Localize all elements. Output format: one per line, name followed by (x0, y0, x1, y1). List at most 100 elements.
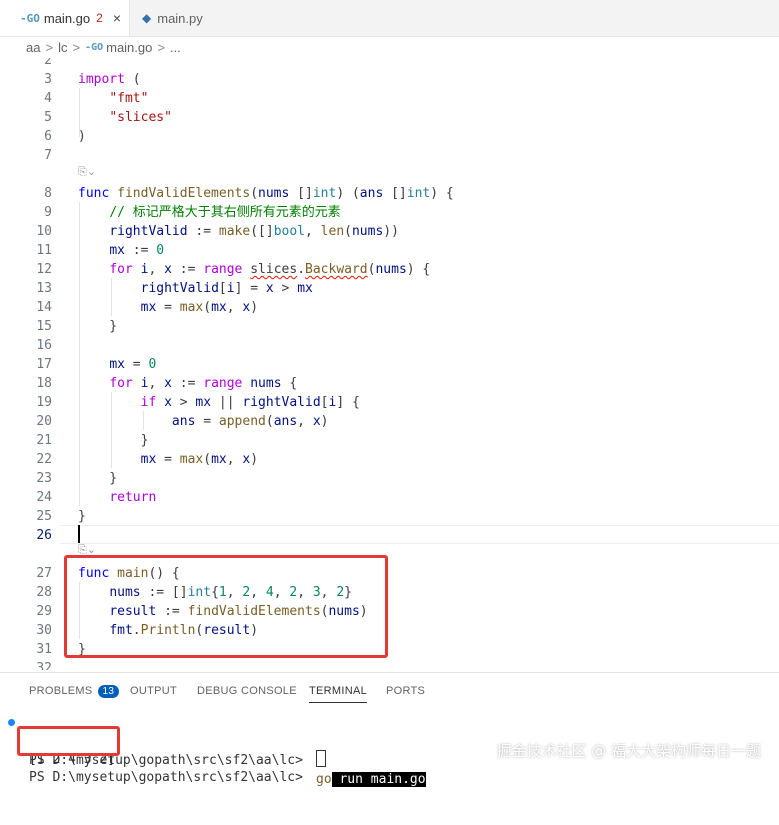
code-line[interactable]: 24 return (0, 488, 779, 507)
code-text: mx := 0 (109, 243, 165, 258)
code-line[interactable]: 2 (0, 58, 779, 70)
problems-count-badge: 13 (97, 685, 120, 698)
close-icon[interactable]: × (113, 10, 121, 26)
watermark: 掘金技术社区 @ 福大大架构师每日一题 (496, 742, 761, 760)
bottom-panel: PROBLEMS 13 OUTPUT DEBUG CONSOLE TERMINAL… (0, 672, 779, 787)
panel-tabs: PROBLEMS 13 OUTPUT DEBUG CONSOLE TERMINAL… (0, 673, 779, 709)
line-number: 32 (36, 661, 52, 670)
line-number: 20 (36, 414, 52, 429)
code-line[interactable]: 13 rightValid[i] = x > mx (0, 279, 779, 298)
code-text: return (109, 490, 157, 505)
references-icon[interactable]: ⎘⌄ (78, 165, 96, 179)
line-number: 3 (44, 72, 52, 87)
code-line[interactable]: 23 } (0, 469, 779, 488)
code-text: mx = 0 (109, 357, 157, 372)
line-number: 23 (36, 471, 52, 486)
go-file-icon: -GO (20, 11, 40, 25)
code-line[interactable]: 12 for i, x := range slices.Backward(num… (0, 260, 779, 279)
python-file-icon: ◆ (142, 11, 152, 25)
tab-main-go[interactable]: -GO main.go 2 × (0, 0, 130, 36)
code-text: ans = append(ans, x) (171, 414, 329, 429)
line-number: 4 (44, 91, 52, 106)
command-status-dot-icon[interactable] (8, 719, 15, 726)
code-line[interactable]: 10 rightValid := make([]bool, len(nums)) (0, 222, 779, 241)
tab-label: main.py (157, 10, 203, 26)
code-text: } (78, 433, 149, 448)
terminal-prompt: PS D:\mysetup\gopath\src\sf2\aa\lc> (29, 770, 311, 785)
code-text: for i, x := range slices.Backward(nums) … (109, 262, 431, 277)
code-line[interactable]: 26 (0, 526, 779, 545)
problems-badge: 2 (96, 11, 103, 25)
code-line[interactable]: 21 } (0, 431, 779, 450)
code-line[interactable]: 32 (0, 659, 779, 670)
line-number: 18 (36, 376, 52, 391)
code-text: rightValid := make([]bool, len(nums)) (109, 224, 399, 239)
breadcrumb-item-file[interactable]: main.go (106, 40, 152, 55)
line-number: 11 (36, 243, 52, 258)
line-number: 6 (44, 129, 52, 144)
code-line[interactable]: 4 "fmt" (0, 89, 779, 108)
code-line[interactable]: 11 mx := 0 (0, 241, 779, 260)
breadcrumb-item-lc[interactable]: lc (58, 40, 67, 55)
tab-label: main.go (43, 10, 91, 26)
code-text: if x > mx || rightValid[i] { (140, 395, 360, 410)
code-line[interactable]: 20 ans = append(ans, x) (0, 412, 779, 431)
code-line[interactable]: 8 func findValidElements(nums []int) (ans… (0, 184, 779, 203)
chevron-right-icon: > (157, 39, 165, 55)
terminal-command-args: run main.go (331, 772, 426, 787)
code-line[interactable]: 9 // 标记严格大于其右侧所有元素的元素 (0, 203, 779, 222)
text-cursor (78, 525, 80, 543)
line-number: 13 (36, 281, 52, 296)
terminal-command-go: go (316, 772, 332, 787)
tab-problems[interactable]: PROBLEMS 13 (29, 685, 120, 698)
line-number: 15 (36, 319, 52, 334)
code-text: import ( (78, 72, 141, 87)
breadcrumb-item-aa[interactable]: aa (26, 40, 40, 55)
chevron-right-icon: > (72, 39, 81, 55)
code-line[interactable]: 18 for i, x := range nums { (0, 374, 779, 393)
line-number: 9 (44, 205, 52, 220)
line-number: 19 (36, 395, 52, 410)
tab-debug-console[interactable]: DEBUG CONSOLE (197, 685, 297, 697)
code-text: } (78, 471, 118, 486)
breadcrumb-item-symbol[interactable]: ... (170, 40, 181, 55)
line-number: 12 (36, 262, 52, 277)
line-number: 28 (36, 585, 52, 600)
line-number: 24 (36, 490, 52, 505)
line-number: 16 (36, 338, 52, 353)
line-number: 7 (44, 148, 52, 163)
code-line[interactable]: 17 mx = 0 (0, 355, 779, 374)
code-text: ) (78, 129, 86, 144)
line-number: 30 (36, 623, 52, 638)
tab-ports[interactable]: PORTS (386, 685, 425, 697)
code-text: func findValidElements(nums []int) (ans … (78, 186, 454, 201)
code-line[interactable]: 3 import ( (0, 70, 779, 89)
code-line[interactable]: 25} (0, 507, 779, 526)
tab-main-py[interactable]: ◆ main.py (142, 0, 252, 36)
tab-label: PROBLEMS (29, 685, 93, 697)
code-text: rightValid[i] = x > mx (140, 281, 313, 296)
line-number: 2 (44, 58, 52, 68)
code-line[interactable]: 7 (0, 146, 779, 165)
line-number: 21 (36, 433, 52, 448)
code-text: // 标记严格大于其右侧所有元素的元素 (109, 205, 341, 220)
line-number: 26 (36, 528, 52, 543)
code-line[interactable]: 5 "slices" (0, 108, 779, 127)
code-line[interactable]: 22 mx = max(mx, x) (0, 450, 779, 469)
code-line[interactable]: 6) (0, 127, 779, 146)
tab-terminal[interactable]: TERMINAL (309, 685, 368, 703)
breadcrumb: aa > lc > -GO main.go > ... (0, 36, 779, 58)
code-editor[interactable]: 2 3 import (4 "fmt" 5 "slices" 6) 7 8 func find… (0, 58, 779, 670)
terminal-cursor (316, 750, 326, 767)
code-text: "slices" (109, 110, 172, 125)
code-line[interactable]: 15 } (0, 317, 779, 336)
code-line[interactable]: 16 (0, 336, 779, 355)
line-number: 22 (36, 452, 52, 467)
code-line[interactable]: 14 mx = max(mx, x) (0, 298, 779, 317)
tab-output[interactable]: OUTPUT (130, 685, 177, 697)
code-text: mx = max(mx, x) (140, 452, 259, 467)
code-text: } (78, 319, 118, 334)
highlight-box (64, 555, 388, 658)
code-line[interactable]: 19 if x > mx || rightValid[i] { (0, 393, 779, 412)
chevron-right-icon: > (45, 39, 54, 55)
